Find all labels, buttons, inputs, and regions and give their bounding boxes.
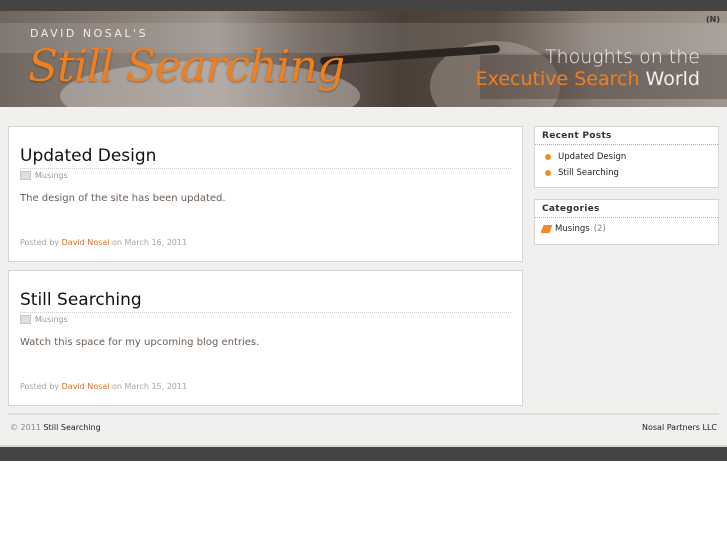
footer-company-link[interactable]: Nosal Partners LLC	[642, 423, 717, 432]
site-title[interactable]: Still Searching	[28, 41, 345, 92]
bottom-bar	[0, 447, 727, 461]
author-link[interactable]: David Nosal	[62, 238, 110, 247]
tagline-line-2: Executive Search World	[476, 68, 700, 90]
posted-by-label: Posted by	[20, 382, 60, 391]
date-prefix: on	[112, 238, 122, 247]
post-category: Musings	[20, 171, 68, 180]
nosal-logo-icon: (N)	[705, 15, 720, 24]
footer-site-link[interactable]: Still Searching	[43, 423, 100, 432]
folder-icon	[20, 315, 31, 324]
footer-divider	[8, 413, 719, 415]
tag-icon	[540, 225, 553, 233]
recent-posts-widget: Recent Posts Updated Design Still Search…	[534, 126, 719, 188]
bullet-icon	[545, 170, 551, 176]
post-category: Musings	[20, 315, 68, 324]
copyright-text: © 2011	[10, 423, 41, 432]
title-divider	[20, 168, 511, 169]
categories-widget: Categories Musings (2)	[534, 199, 719, 245]
post-title-link[interactable]: Updated Design	[20, 146, 156, 166]
category-link[interactable]: Musings	[35, 315, 68, 324]
tagline-highlight: Executive Search	[475, 68, 640, 90]
tagline-line-1: Thoughts on the	[544, 46, 700, 68]
top-bar	[0, 0, 727, 11]
post-date: March 15, 2011	[124, 382, 188, 391]
post-title-link[interactable]: Still Searching	[20, 290, 142, 310]
post-meta: Posted by David Nosal on March 16, 2011	[20, 238, 187, 247]
post-body: The design of the site has been updated.	[20, 193, 226, 204]
recent-post-link[interactable]: Updated Design	[558, 152, 626, 162]
recent-post-item[interactable]: Still Searching	[545, 165, 718, 181]
posted-by-label: Posted by	[20, 238, 60, 247]
post-card: Updated Design Musings The design of the…	[8, 126, 523, 262]
tagline-end: World	[645, 68, 700, 90]
bullet-icon	[545, 154, 551, 160]
author-link[interactable]: David Nosal	[62, 382, 110, 391]
post-date: March 16, 2011	[124, 238, 188, 247]
category-link[interactable]: Musings	[35, 171, 68, 180]
folder-icon	[20, 171, 31, 180]
widget-title: Categories	[535, 200, 718, 218]
post-body: Watch this space for my upcoming blog en…	[20, 337, 260, 348]
footer-copyright: © 2011 Still Searching	[10, 423, 101, 432]
title-divider	[20, 312, 511, 313]
category-item[interactable]: Musings (2)	[540, 221, 718, 237]
category-count: (2)	[593, 224, 606, 234]
category-link[interactable]: Musings	[555, 224, 590, 234]
site-header-banner[interactable]: DAVID NOSAL'S Still Searching Thoughts o…	[0, 11, 727, 107]
widget-title: Recent Posts	[535, 127, 718, 145]
date-prefix: on	[112, 382, 122, 391]
content-area: Updated Design Musings The design of the…	[0, 107, 727, 447]
post-card: Still Searching Musings Watch this space…	[8, 270, 523, 406]
recent-post-item[interactable]: Updated Design	[545, 149, 718, 165]
post-meta: Posted by David Nosal on March 15, 2011	[20, 382, 187, 391]
recent-post-link[interactable]: Still Searching	[558, 168, 619, 178]
site-kicker: DAVID NOSAL'S	[30, 27, 149, 40]
